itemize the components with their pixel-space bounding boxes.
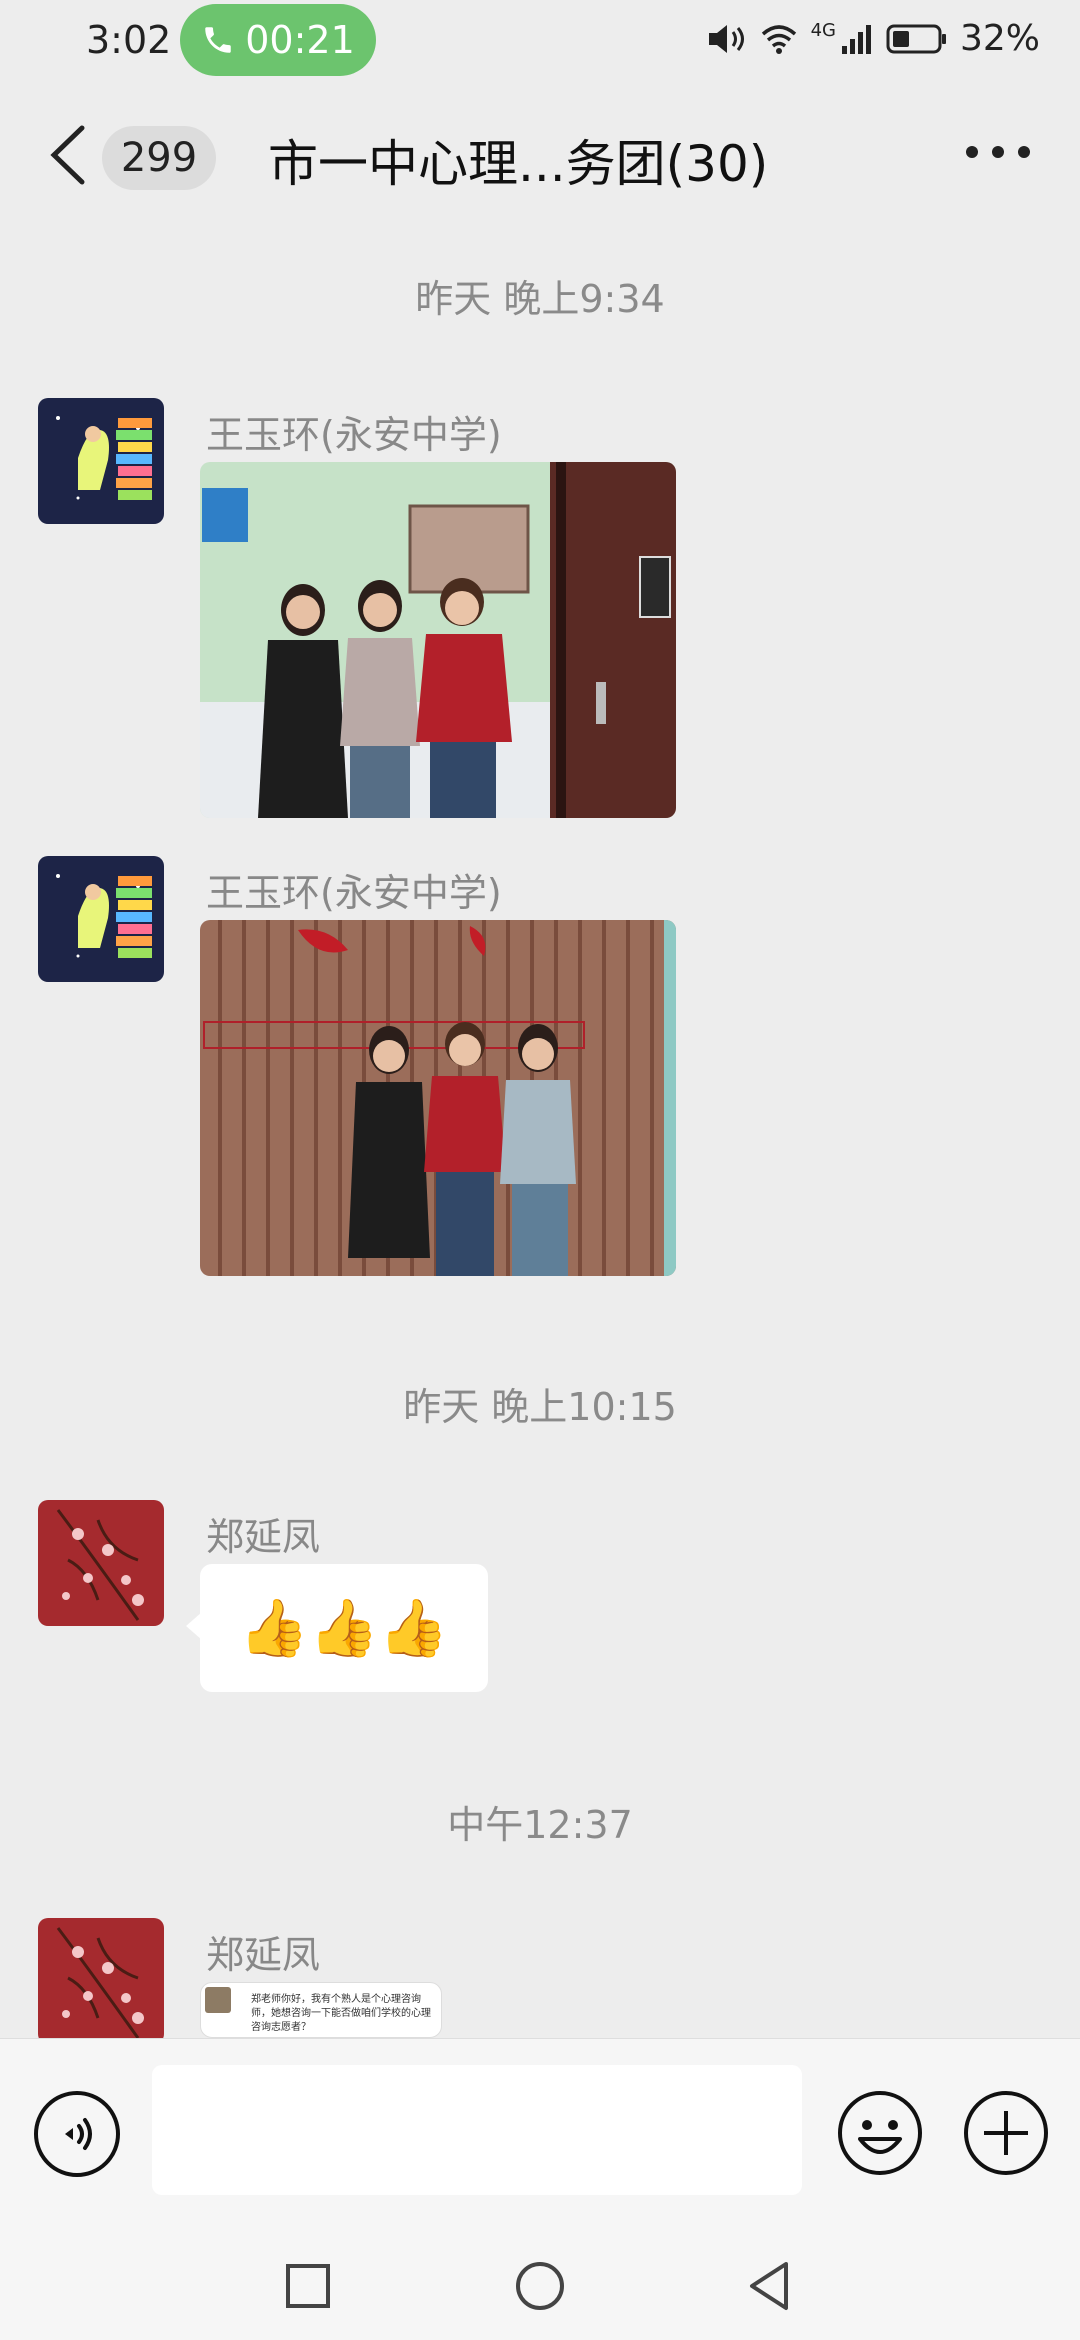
status-time: 3:02	[86, 18, 172, 62]
battery-percent: 32%	[959, 18, 1040, 59]
voice-icon[interactable]	[34, 2091, 120, 2177]
avatar[interactable]	[38, 1500, 164, 1626]
status-bar: 3:02 00:21 4G 32%	[0, 0, 1080, 84]
sender-name: 郑延凤	[206, 1515, 321, 1559]
image-message[interactable]	[200, 920, 676, 1276]
sender-name: 王玉环(永安中学)	[206, 413, 502, 457]
system-nav-bar	[0, 2230, 1080, 2340]
image-message[interactable]	[200, 462, 676, 818]
emoji-message[interactable]: 👍👍👍	[200, 1564, 488, 1692]
square-icon[interactable]	[278, 2256, 338, 2316]
chat-header: 299 市一中心理...务团(30)	[0, 90, 1080, 220]
signal-icon	[841, 24, 871, 54]
phone-icon	[205, 27, 231, 53]
call-duration: 00:21	[245, 18, 355, 62]
smile-icon[interactable]	[836, 2089, 924, 2177]
timestamp: 中午12:37	[447, 1803, 633, 1847]
sender-name: 郑延凤	[206, 1933, 321, 1977]
image-preview-message[interactable]: 郑老师你好，我有个熟人是个心理咨询师，她想咨询一下能否做咱们学校的心理咨询志愿者…	[200, 1982, 442, 2038]
battery-icon	[886, 24, 946, 53]
timestamp: 昨天 晚上10:15	[403, 1385, 677, 1429]
more-dots-icon[interactable]	[966, 140, 1030, 164]
thumbnail-icon	[205, 1987, 231, 2013]
avatar[interactable]	[38, 398, 164, 524]
chat-title[interactable]: 市一中心理...务团(30)	[268, 124, 768, 196]
plus-circle-icon[interactable]	[962, 2089, 1050, 2177]
avatar[interactable]	[38, 1918, 164, 2044]
status-icons: 4G 32%	[707, 18, 1040, 59]
wifi-icon	[761, 24, 796, 54]
circle-icon[interactable]	[510, 2256, 570, 2316]
speaker-icon	[708, 24, 744, 53]
sender-name: 王玉环(永安中学)	[206, 871, 502, 915]
triangle-back-icon[interactable]	[740, 2256, 800, 2316]
unread-count-badge[interactable]: 299	[102, 126, 216, 190]
timestamp: 昨天 晚上9:34	[415, 277, 665, 321]
network-type: 4G	[810, 20, 836, 41]
avatar[interactable]	[38, 856, 164, 982]
input-bar	[0, 2038, 1080, 2230]
preview-text: 郑老师你好，我有个熟人是个心理咨询师，她想咨询一下能否做咱们学校的心理咨询志愿者…	[251, 1994, 431, 2033]
chevron-left-icon[interactable]	[46, 124, 90, 186]
ongoing-call-pill[interactable]: 00:21	[180, 4, 376, 76]
message-input[interactable]	[152, 2065, 802, 2195]
